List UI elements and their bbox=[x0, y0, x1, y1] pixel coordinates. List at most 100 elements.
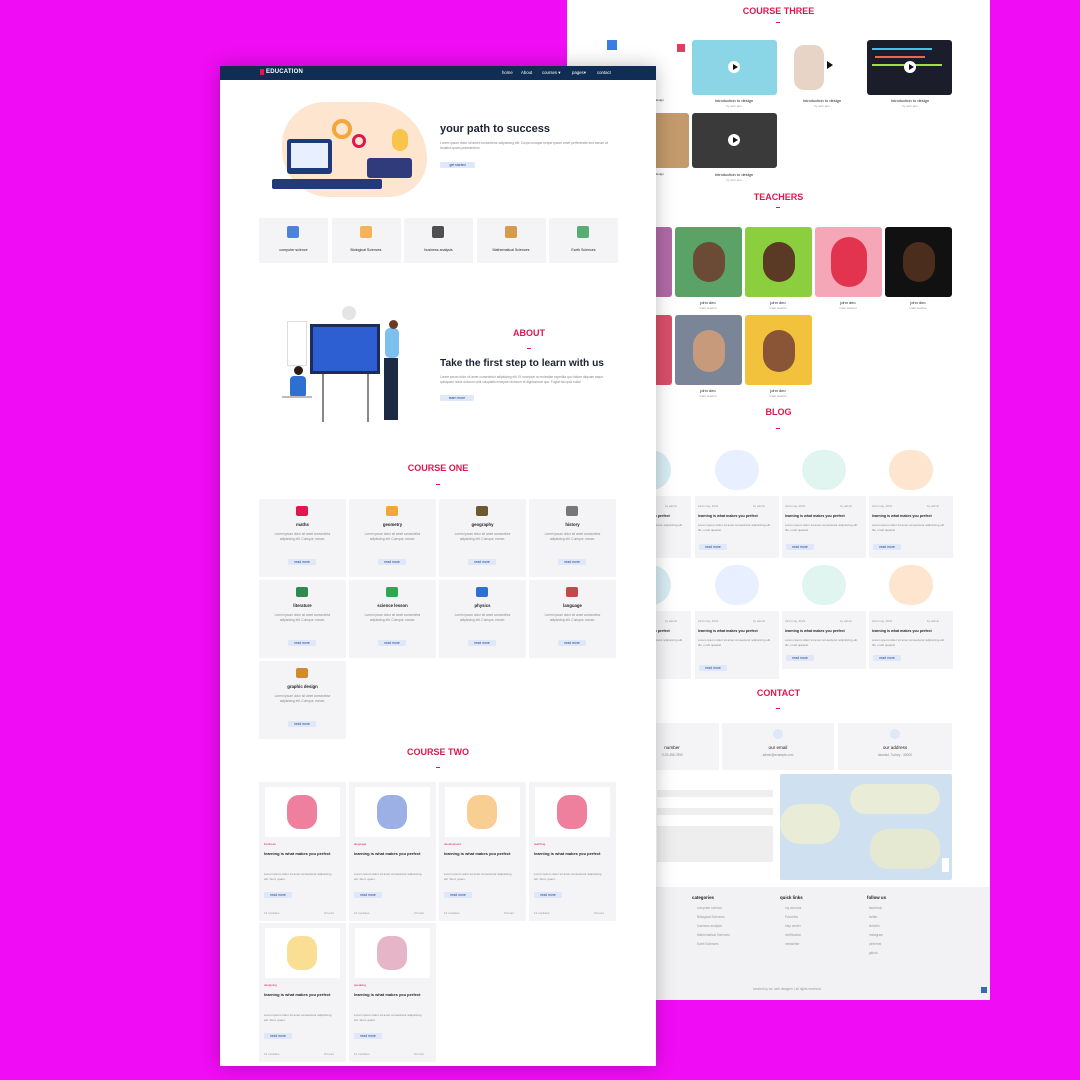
course-title: learning is what makes you perfect bbox=[444, 851, 511, 856]
read-more-button[interactable]: read more bbox=[468, 559, 496, 565]
footer-link[interactable]: my account bbox=[785, 906, 801, 910]
chevron-down-icon: ▾ bbox=[583, 70, 586, 75]
blog-desc: Lorem ipsum dolor sit amet consectetur a… bbox=[785, 523, 858, 532]
blog-image[interactable] bbox=[695, 561, 779, 611]
contact-form-field[interactable] bbox=[657, 808, 773, 815]
teacher-photo bbox=[885, 227, 952, 297]
read-more-button[interactable]: read more bbox=[699, 544, 727, 550]
footer-link[interactable]: Favorites bbox=[785, 915, 798, 919]
category-card[interactable]: Mathematical Sciences bbox=[476, 218, 546, 263]
contact-address-value: istanbul, Turkey - 34000 bbox=[877, 753, 913, 757]
footer-link[interactable]: linkedin bbox=[869, 924, 880, 928]
blog-image[interactable] bbox=[869, 446, 953, 496]
blog-image[interactable] bbox=[695, 446, 779, 496]
course-modules: 12 modules bbox=[264, 911, 280, 915]
footer-link[interactable]: github bbox=[869, 951, 878, 955]
course-image[interactable] bbox=[355, 928, 430, 978]
read-more-button[interactable]: read more bbox=[534, 892, 562, 898]
course-three-author: by john deo bbox=[726, 104, 742, 108]
footer-link[interactable]: business analysis bbox=[697, 924, 722, 928]
read-more-button[interactable]: read more bbox=[444, 892, 472, 898]
contact-card-address: our address istanbul, Turkey - 34000 bbox=[838, 723, 952, 770]
nav-contact[interactable]: contact bbox=[597, 70, 611, 75]
course-tag: language bbox=[354, 842, 367, 846]
course-image[interactable] bbox=[265, 787, 340, 837]
nav-about[interactable]: About bbox=[521, 70, 532, 75]
course-desc: Lorem ipsum dolor sit amet consectetur a… bbox=[534, 872, 602, 881]
course-desc: Lorem ipsum dolor sit amet consectetur a… bbox=[444, 872, 512, 881]
course-three-video[interactable] bbox=[867, 40, 952, 95]
read-more-button[interactable]: read more bbox=[378, 640, 406, 646]
course-image[interactable] bbox=[355, 787, 430, 837]
footer-link[interactable]: facebook bbox=[869, 906, 882, 910]
footer-link[interactable]: certification bbox=[785, 933, 801, 937]
category-card[interactable]: business analysis bbox=[404, 218, 473, 263]
blog-image[interactable] bbox=[869, 561, 953, 611]
footer-link[interactable]: Mathematical Sciences bbox=[697, 933, 730, 937]
read-more-button[interactable]: read more bbox=[288, 559, 316, 565]
category-label: computer science bbox=[279, 248, 308, 252]
nav-pages[interactable]: pages▾ bbox=[572, 70, 586, 76]
read-more-button[interactable]: read more bbox=[873, 655, 901, 661]
read-more-button[interactable]: read more bbox=[288, 640, 316, 646]
footer-link[interactable]: pinterest bbox=[869, 942, 881, 946]
read-more-button[interactable]: read more bbox=[558, 559, 586, 565]
footer-link[interactable]: help center bbox=[785, 924, 801, 928]
read-more-button[interactable]: read more bbox=[699, 665, 727, 671]
course-desc: Lorem ipsum dolor sit amet consectetur a… bbox=[264, 872, 332, 881]
course-three-video[interactable] bbox=[692, 113, 777, 168]
blog-image[interactable] bbox=[782, 561, 866, 611]
scroll-top-button[interactable] bbox=[981, 987, 987, 993]
footer-link[interactable]: newsletter bbox=[785, 942, 800, 946]
read-more-button[interactable]: read more bbox=[873, 544, 901, 550]
map-zoom-control[interactable] bbox=[942, 858, 949, 872]
contact-map[interactable] bbox=[780, 774, 952, 880]
blog-title: learning is what makes you perfect bbox=[872, 629, 932, 633]
read-more-button[interactable]: read more bbox=[288, 721, 316, 727]
course-image[interactable] bbox=[265, 928, 340, 978]
read-more-button[interactable]: read more bbox=[468, 640, 496, 646]
footer-link[interactable]: instagram bbox=[869, 933, 883, 937]
category-card[interactable]: computer science bbox=[259, 218, 328, 263]
course-three-video[interactable] bbox=[779, 40, 864, 95]
read-more-button[interactable]: read more bbox=[786, 655, 814, 661]
read-more-button[interactable]: read more bbox=[354, 892, 382, 898]
footer-link[interactable]: computer science bbox=[697, 906, 722, 910]
nav-courses[interactable]: courses ▾ bbox=[542, 70, 560, 76]
blog-card: 21st may, 2021 by admin learning is what… bbox=[782, 446, 866, 558]
about-illustration bbox=[272, 296, 422, 426]
course-modules: 12 modules bbox=[354, 911, 370, 915]
blog-author: by admin bbox=[840, 504, 853, 508]
footer-links-heading: quick links bbox=[780, 895, 803, 900]
teacher-name: john deo bbox=[770, 388, 786, 393]
course-modules: 12 modules bbox=[534, 911, 550, 915]
course-image[interactable] bbox=[445, 787, 520, 837]
get-started-button[interactable]: get started bbox=[440, 162, 475, 168]
read-more-button[interactable]: read more bbox=[378, 559, 406, 565]
blog-date: 21st may, 2021 bbox=[872, 619, 893, 623]
course-desc: Lorem ipsum dolor sit amet consectetur a… bbox=[364, 613, 421, 622]
course-three-video[interactable] bbox=[692, 40, 777, 95]
contact-form-field[interactable] bbox=[657, 790, 773, 797]
footer-credit: created by mr. web designer | all rights… bbox=[753, 987, 821, 991]
read-more-button[interactable]: read more bbox=[354, 1033, 382, 1039]
footer-link[interactable]: Biological Sciences bbox=[697, 915, 724, 919]
blog-date: 21st may, 2021 bbox=[785, 504, 806, 508]
blog-image[interactable] bbox=[782, 446, 866, 496]
learn-more-button[interactable]: learn more bbox=[440, 395, 474, 401]
read-more-button[interactable]: read more bbox=[558, 640, 586, 646]
blog-date: 21st may, 2021 bbox=[872, 504, 893, 508]
footer-link[interactable]: twitter bbox=[869, 915, 878, 919]
nav-pages-label: pages bbox=[572, 70, 584, 75]
brand-logo[interactable]: EDUCATION bbox=[260, 69, 303, 75]
category-card[interactable]: Biological Sciences bbox=[331, 218, 401, 263]
footer-link[interactable]: Earth Sciences bbox=[697, 942, 718, 946]
contact-form-message[interactable] bbox=[657, 826, 773, 862]
read-more-button[interactable]: read more bbox=[786, 544, 814, 550]
read-more-button[interactable]: read more bbox=[264, 892, 292, 898]
nav-home[interactable]: home bbox=[502, 70, 513, 75]
category-card[interactable]: Earth Sciences bbox=[549, 218, 618, 263]
course-image[interactable] bbox=[535, 787, 610, 837]
hero-title: your path to success bbox=[440, 123, 551, 135]
read-more-button[interactable]: read more bbox=[264, 1033, 292, 1039]
